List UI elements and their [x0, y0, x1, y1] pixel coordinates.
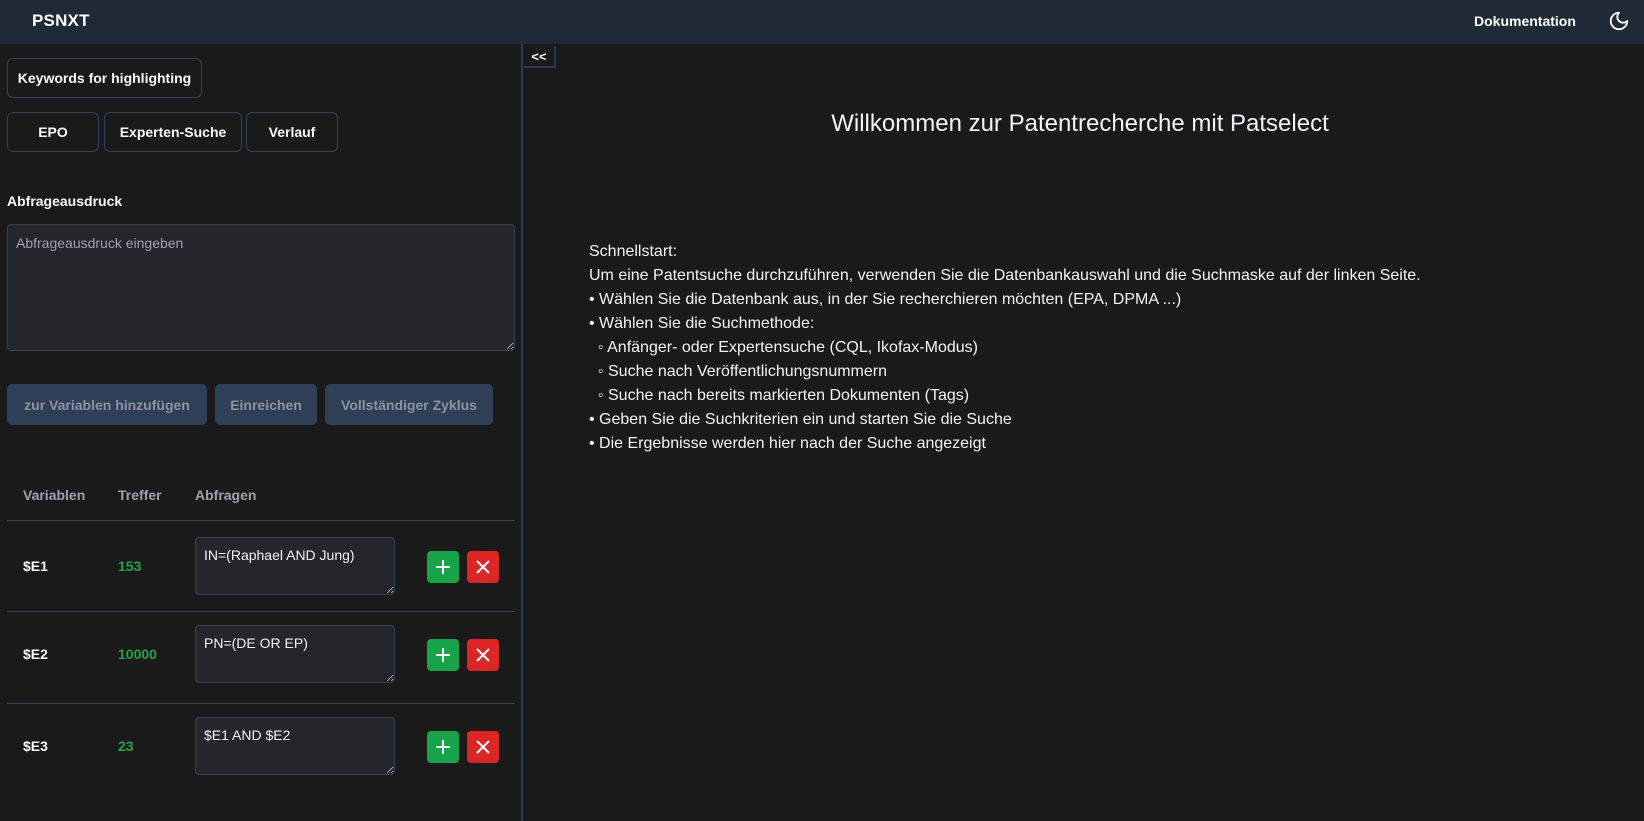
moon-icon — [1609, 11, 1629, 31]
column-header-queries: Abfragen — [195, 487, 257, 503]
welcome-panel: Willkommen zur Patentrecherche mit Patse… — [525, 44, 1644, 821]
add-variable-button[interactable] — [427, 639, 459, 671]
quickstart-subbullet: ◦ Suche nach bereits markierten Dokument… — [589, 387, 970, 404]
quickstart-heading: Schnellstart: — [589, 243, 678, 260]
close-icon — [476, 740, 490, 754]
quickstart-bullet: • Wählen Sie die Datenbank aus, in der S… — [589, 291, 1182, 308]
quickstart-text: Schnellstart: Um eine Patentsuche durchz… — [589, 240, 1421, 456]
add-to-variables-button[interactable]: zur Variablen hinzufügen — [7, 384, 207, 425]
delete-variable-button[interactable] — [467, 731, 499, 763]
theme-toggle-button[interactable] — [1608, 10, 1630, 32]
quickstart-subbullet: ◦ Suche nach Veröffentlichungsnummern — [589, 363, 887, 380]
close-icon — [476, 648, 490, 662]
variable-name: $E2 — [23, 646, 48, 662]
close-icon — [476, 560, 490, 574]
hit-count: 153 — [118, 558, 142, 574]
variable-name: $E3 — [23, 738, 48, 754]
query-expression-input[interactable] — [7, 224, 515, 351]
query-label: Abfrageausdruck — [7, 193, 123, 209]
hit-count: 23 — [118, 738, 134, 754]
column-header-variables: Variablen — [23, 487, 86, 503]
add-variable-button[interactable] — [427, 731, 459, 763]
quickstart-subbullet: ◦ Anfänger- oder Expertensuche (CQL, Iko… — [589, 339, 978, 356]
variable-query-input[interactable] — [195, 537, 395, 595]
quickstart-bullet: • Wählen Sie die Suchmethode: — [589, 315, 815, 332]
plus-icon — [436, 740, 450, 754]
keywords-highlighting-button[interactable]: Keywords for highlighting — [7, 58, 202, 98]
top-navbar: PSNXT Dokumentation — [0, 0, 1644, 44]
submit-button[interactable]: Einreichen — [215, 384, 317, 425]
add-variable-button[interactable] — [427, 551, 459, 583]
search-sidebar: Keywords for highlighting EPO Experten-S… — [0, 44, 523, 821]
quickstart-line: Um eine Patentsuche durchzuführen, verwe… — [589, 267, 1421, 284]
full-cycle-button[interactable]: Vollständiger Zyklus — [325, 384, 493, 425]
page-title: Willkommen zur Patentrecherche mit Patse… — [831, 110, 1329, 137]
tab-experten-suche[interactable]: Experten-Suche — [104, 112, 242, 152]
documentation-link[interactable]: Dokumentation — [1474, 13, 1576, 29]
table-divider — [7, 611, 515, 612]
delete-variable-button[interactable] — [467, 551, 499, 583]
tab-verlauf[interactable]: Verlauf — [246, 112, 338, 152]
tab-epo[interactable]: EPO — [7, 112, 99, 152]
column-header-hits: Treffer — [118, 487, 162, 503]
hit-count: 10000 — [118, 646, 157, 662]
delete-variable-button[interactable] — [467, 639, 499, 671]
quickstart-bullet: • Geben Sie die Suchkriterien ein und st… — [589, 411, 1012, 428]
variable-query-input[interactable] — [195, 625, 395, 683]
quickstart-bullet: • Die Ergebnisse werden hier nach der Su… — [589, 435, 986, 452]
variable-name: $E1 — [23, 558, 48, 574]
variable-query-input[interactable] — [195, 717, 395, 775]
app-logo[interactable]: PSNXT — [32, 11, 90, 31]
plus-icon — [436, 560, 450, 574]
table-divider — [7, 520, 515, 521]
plus-icon — [436, 648, 450, 662]
table-divider — [7, 703, 515, 704]
